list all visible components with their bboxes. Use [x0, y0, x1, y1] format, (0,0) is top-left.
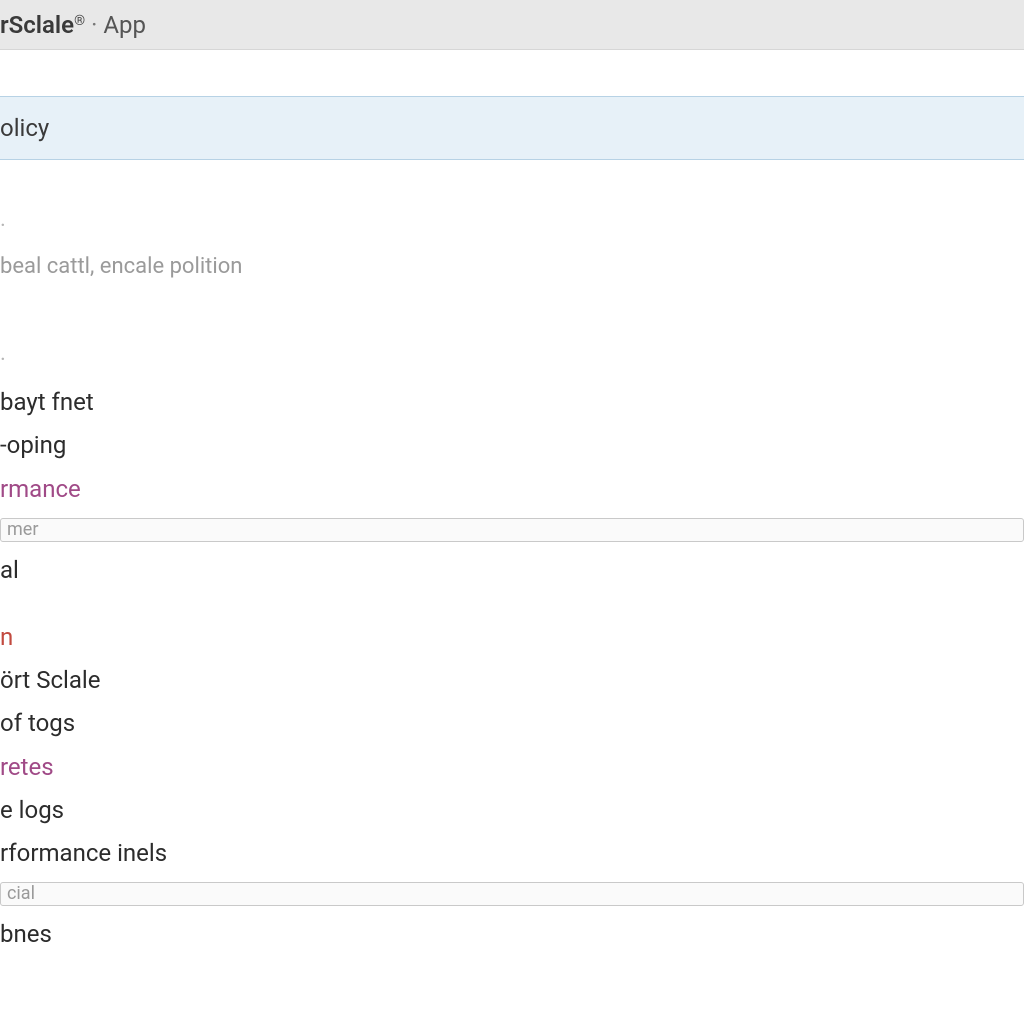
- nav-item[interactable]: n: [0, 619, 1024, 656]
- nav-item[interactable]: rmance: [0, 471, 1024, 508]
- description-text: beal cattl, encale polition: [0, 250, 1024, 284]
- selected-row-label: olicy: [0, 114, 49, 142]
- nav-item[interactable]: al: [0, 552, 1024, 589]
- product-name: rSclale: [0, 11, 74, 39]
- nav-item[interactable]: ört Sclale: [0, 662, 1024, 699]
- nav-item[interactable]: -oping: [0, 427, 1024, 464]
- bullet: ·: [0, 344, 1024, 378]
- tag-badge: mer: [0, 518, 1024, 542]
- content-area: · beal cattl, encale polition · bayt fne…: [0, 160, 1024, 953]
- nav-item[interactable]: retes: [0, 749, 1024, 786]
- nav-item[interactable]: bayt fnet: [0, 384, 1024, 421]
- title-section: App: [103, 11, 146, 39]
- nav-item[interactable]: e logs: [0, 792, 1024, 829]
- window-titlebar: rSclale® · App: [0, 0, 1024, 50]
- nav-list-2: n ört Sclale of togs retes e logs rforma…: [0, 619, 1024, 953]
- gap: [0, 50, 1024, 96]
- registered-mark: ®: [74, 13, 85, 29]
- tag-badge: cial: [0, 882, 1024, 906]
- title-separator: ·: [91, 11, 97, 39]
- bullet: ·: [0, 210, 1024, 244]
- selected-row[interactable]: olicy: [0, 96, 1024, 160]
- nav-list-1: bayt fnet -oping rmance mer al: [0, 384, 1024, 589]
- nav-item[interactable]: of togs: [0, 705, 1024, 742]
- nav-item[interactable]: bnes: [0, 916, 1024, 953]
- nav-item[interactable]: rformance inels: [0, 835, 1024, 872]
